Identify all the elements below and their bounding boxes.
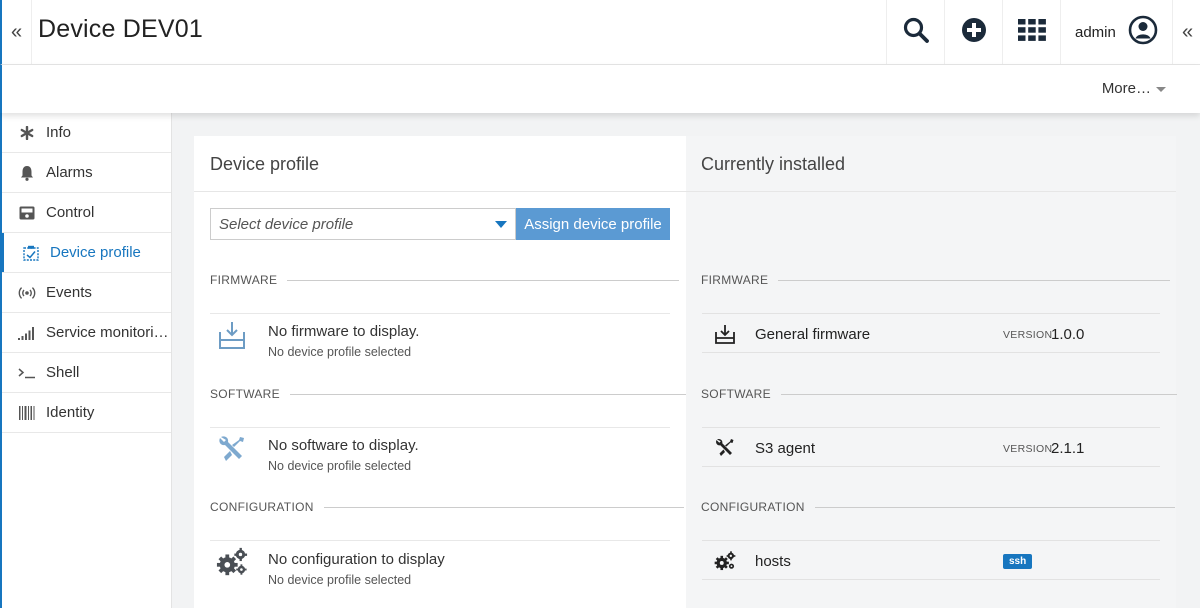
device-profile-select[interactable]: Select device profile [210,208,516,240]
software-version-value: 2.1.1 [1051,440,1085,457]
terminal-icon [18,364,36,382]
installed-software-row[interactable]: S3 agent VERSION 2.1.1 [702,427,1160,467]
section-label-text: SOFTWARE [210,387,280,401]
divider [323,506,684,508]
divider [289,393,686,395]
broadcast-icon [18,284,36,302]
device-profile-title: Device profile [210,154,320,174]
divider [778,279,1171,281]
installed-firmware-name: General firmware [755,326,871,343]
divider [287,279,680,281]
version-label: VERSION [1003,443,1053,455]
firmware-tray-icon [216,319,248,351]
currently-installed-title: Currently installed [701,154,846,174]
collapse-right-button[interactable]: « [1172,0,1200,64]
installed-software-name: S3 agent [755,440,816,457]
software-empty-subtitle: No device profile selected [268,459,412,473]
page-title: Device DEV01 [38,15,203,43]
user-name: admin [1075,23,1116,41]
barcode-icon [18,404,36,422]
divider [210,313,670,314]
software-empty-title: No software to display. [268,437,419,454]
configuration-empty-title: No configuration to display [268,551,445,568]
sidebar-item-label: Service monitori… [46,324,169,341]
configuration-section-label: CONFIGURATION [210,500,684,514]
divider [686,191,1176,192]
sidebar-item-label: Shell [46,364,80,381]
divider [780,393,1177,395]
installed-configuration-name: hosts [755,553,791,570]
section-label-text: FIRMWARE [210,273,278,287]
action-bar: More… [0,65,1200,113]
asterisk-icon [18,124,36,142]
sidebar-item-info[interactable]: Info [2,113,171,153]
sidebar-item-label: Identity [46,404,95,421]
sidebar-item-service-monitoring[interactable]: Service monitori… [2,313,171,353]
divider [210,427,670,428]
installed-configuration-section-label: CONFIGURATION [701,500,1175,514]
control-icon [18,204,36,222]
divider [814,506,1175,508]
grid-icon [1017,18,1046,46]
plus-circle-icon [961,17,987,48]
app-switcher-button[interactable] [1002,0,1060,64]
sidebar-item-label: Alarms [46,164,93,181]
search-icon [902,16,930,49]
more-label: More… [1101,80,1151,97]
search-button[interactable] [886,0,944,64]
sidebar: Info Alarms Control Device profile Event… [0,113,172,608]
sidebar-item-label: Device profile [50,244,141,261]
configuration-gears-icon [216,546,248,578]
section-label-text: SOFTWARE [701,387,771,401]
device-profile-panel: Device profile Select device profile Ass… [194,136,686,608]
sidebar-item-control[interactable]: Control [2,193,171,233]
software-tools-icon [714,437,736,459]
signal-bars-icon [18,324,36,342]
device-profile-card: Device profile Select device profile Ass… [194,136,1177,608]
section-label-text: CONFIGURATION [210,500,314,514]
sidebar-item-identity[interactable]: Identity [2,393,171,433]
section-label-text: CONFIGURATION [701,500,805,514]
select-placeholder: Select device profile [219,215,354,233]
add-button[interactable] [944,0,1002,64]
firmware-tray-icon [714,323,736,345]
user-menu[interactable]: admin [1060,0,1172,64]
bell-icon [18,164,36,182]
top-bar: « Device DEV01 admin « [0,0,1200,65]
software-section-label: SOFTWARE [210,387,686,401]
caret-down-icon [1156,87,1166,92]
software-tools-icon [216,433,248,465]
firmware-section-label: FIRMWARE [210,273,680,287]
installed-software-section-label: SOFTWARE [701,387,1177,401]
firmware-version-value: 1.0.0 [1051,326,1085,343]
sidebar-item-shell[interactable]: Shell [2,353,171,393]
configuration-gears-icon [714,550,736,572]
sidebar-item-device-profile[interactable]: Device profile [2,233,171,273]
sidebar-item-alarms[interactable]: Alarms [2,153,171,193]
firmware-empty-title: No firmware to display. [268,323,420,340]
firmware-empty-subtitle: No device profile selected [268,345,412,359]
section-label-text: FIRMWARE [701,273,769,287]
configuration-empty-subtitle: No device profile selected [268,573,412,587]
ssh-badge: ssh [1003,554,1033,569]
sidebar-item-label: Control [46,204,95,221]
currently-installed-panel: Currently installed FIRMWARE General fir… [686,136,1177,608]
sidebar-item-label: Info [46,124,72,141]
device-profile-icon [22,244,40,262]
user-avatar-icon [1128,15,1158,50]
divider [210,540,670,541]
assign-device-profile-button[interactable]: Assign device profile [516,208,670,240]
sidebar-item-events[interactable]: Events [2,273,171,313]
more-menu-button[interactable]: More… [1102,80,1166,97]
installed-firmware-section-label: FIRMWARE [701,273,1171,287]
installed-configuration-row[interactable]: hosts ssh [702,540,1160,580]
collapse-left-button[interactable]: « [2,0,32,64]
sidebar-item-label: Events [46,284,92,301]
caret-down-icon [495,221,507,228]
installed-firmware-row[interactable]: General firmware VERSION 1.0.0 [702,313,1160,353]
version-label: VERSION [1003,329,1053,341]
divider [194,191,686,192]
